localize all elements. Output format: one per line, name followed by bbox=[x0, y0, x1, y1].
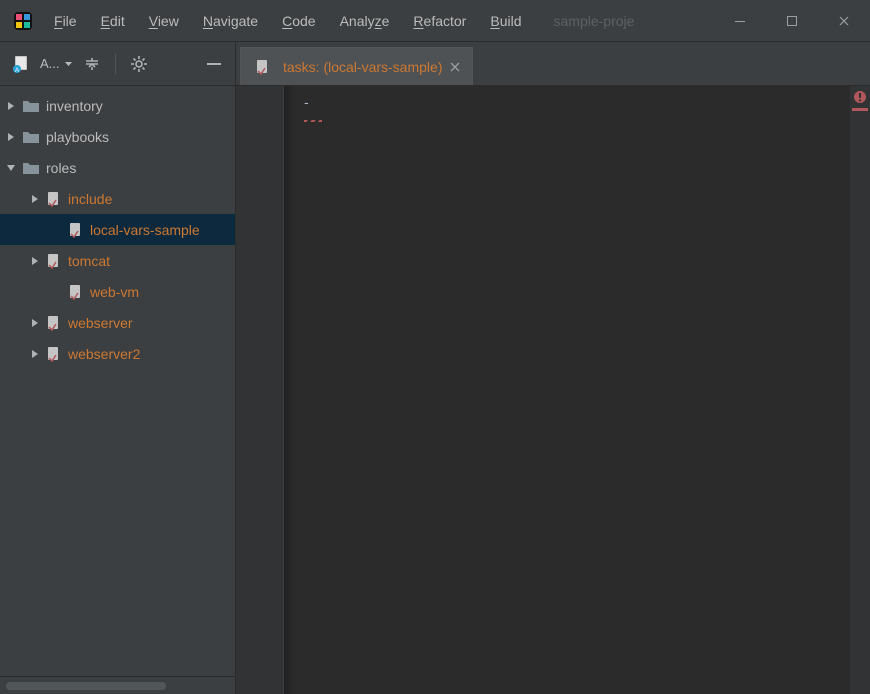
menu-analyze[interactable]: Analyze bbox=[328, 9, 402, 33]
close-button[interactable] bbox=[818, 0, 870, 42]
svg-text:A: A bbox=[15, 68, 19, 73]
tree-label: local-vars-sample bbox=[90, 222, 200, 238]
close-tab-icon[interactable] bbox=[448, 62, 462, 72]
expand-icon[interactable] bbox=[28, 316, 42, 330]
menu-file[interactable]: File bbox=[42, 9, 89, 33]
tree-item-tomcat[interactable]: tomcat bbox=[0, 245, 235, 276]
view-selector[interactable]: A... bbox=[40, 56, 73, 71]
tree-label: web-vm bbox=[90, 284, 139, 300]
tree-label: playbooks bbox=[46, 129, 109, 145]
collapse-icon[interactable] bbox=[4, 161, 18, 175]
editor-gutter bbox=[236, 86, 284, 694]
tree-label: include bbox=[68, 191, 112, 207]
tree-folder-playbooks[interactable]: playbooks bbox=[0, 121, 235, 152]
minimize-button[interactable] bbox=[714, 0, 766, 42]
ansible-file-icon bbox=[46, 253, 62, 269]
error-stripe-mark[interactable] bbox=[852, 108, 868, 111]
toolbar-divider bbox=[115, 54, 116, 74]
tree-item-webserver2[interactable]: webserver2 bbox=[0, 338, 235, 369]
editor-tab-active[interactable]: tasks: (local-vars-sample) bbox=[240, 47, 473, 85]
sidebar-scrollbar[interactable] bbox=[0, 676, 235, 694]
ansible-file-icon bbox=[46, 315, 62, 331]
title-bar: File Edit View Navigate Code Analyze Ref… bbox=[0, 0, 870, 42]
hide-panel-icon[interactable] bbox=[201, 51, 227, 77]
tree-label: roles bbox=[46, 160, 76, 176]
error-stripe[interactable] bbox=[850, 86, 870, 694]
project-tree[interactable]: inventory playbooks roles include bbox=[0, 86, 235, 676]
settings-icon[interactable] bbox=[126, 51, 152, 77]
tree-item-web-vm[interactable]: web-vm bbox=[0, 276, 235, 307]
tree-item-webserver[interactable]: webserver bbox=[0, 307, 235, 338]
expand-icon[interactable] bbox=[28, 254, 42, 268]
tree-label: webserver bbox=[68, 315, 133, 331]
project-tool-window: A A... bbox=[0, 42, 236, 694]
expand-icon[interactable] bbox=[4, 130, 18, 144]
app-icon bbox=[12, 10, 34, 32]
maximize-button[interactable] bbox=[766, 0, 818, 42]
code-editor[interactable]: - bbox=[236, 86, 870, 694]
chevron-down-icon bbox=[64, 59, 73, 68]
tree-label: tomcat bbox=[68, 253, 110, 269]
menu-refactor[interactable]: Refactor bbox=[401, 9, 478, 33]
menu-edit[interactable]: Edit bbox=[89, 9, 137, 33]
folder-icon bbox=[22, 99, 40, 113]
menu-navigate[interactable]: Navigate bbox=[191, 9, 270, 33]
tree-item-local-vars-sample[interactable]: local-vars-sample bbox=[0, 214, 235, 245]
tab-label: tasks: (local-vars-sample) bbox=[283, 59, 442, 75]
expand-icon[interactable] bbox=[28, 347, 42, 361]
expand-icon[interactable] bbox=[4, 99, 18, 113]
tree-folder-inventory[interactable]: inventory bbox=[0, 90, 235, 121]
menu-code[interactable]: Code bbox=[270, 9, 327, 33]
window-controls bbox=[714, 0, 870, 41]
menu-bar: File Edit View Navigate Code Analyze Ref… bbox=[42, 9, 534, 33]
ansible-file-icon bbox=[46, 346, 62, 362]
tree-label: inventory bbox=[46, 98, 103, 114]
folder-icon bbox=[22, 130, 40, 144]
tree-item-include[interactable]: include bbox=[0, 183, 235, 214]
editor-area: tasks: (local-vars-sample) - bbox=[236, 42, 870, 694]
scrollbar-thumb[interactable] bbox=[6, 682, 166, 690]
gutter-shadow bbox=[284, 86, 294, 694]
ansible-file-icon bbox=[46, 191, 62, 207]
project-name: sample-proje bbox=[534, 13, 715, 29]
expand-icon[interactable] bbox=[28, 192, 42, 206]
folder-icon bbox=[22, 161, 40, 175]
tree-label: webserver2 bbox=[68, 346, 140, 362]
error-indicator-icon[interactable] bbox=[853, 90, 867, 104]
tree-folder-roles[interactable]: roles bbox=[0, 152, 235, 183]
code-content[interactable]: - bbox=[294, 86, 850, 694]
editor-tabstrip: tasks: (local-vars-sample) bbox=[236, 42, 870, 86]
menu-view[interactable]: View bbox=[137, 9, 191, 33]
error-underline bbox=[304, 120, 322, 122]
menu-build[interactable]: Build bbox=[478, 9, 533, 33]
collapse-all-icon[interactable] bbox=[79, 51, 105, 77]
ansible-file-icon bbox=[255, 59, 271, 75]
ansible-file-icon bbox=[68, 222, 84, 238]
sidebar-toolbar: A A... bbox=[0, 42, 235, 86]
ansible-file-icon bbox=[68, 284, 84, 300]
ansible-view-icon[interactable]: A bbox=[8, 51, 34, 77]
code-text: - bbox=[304, 94, 309, 110]
